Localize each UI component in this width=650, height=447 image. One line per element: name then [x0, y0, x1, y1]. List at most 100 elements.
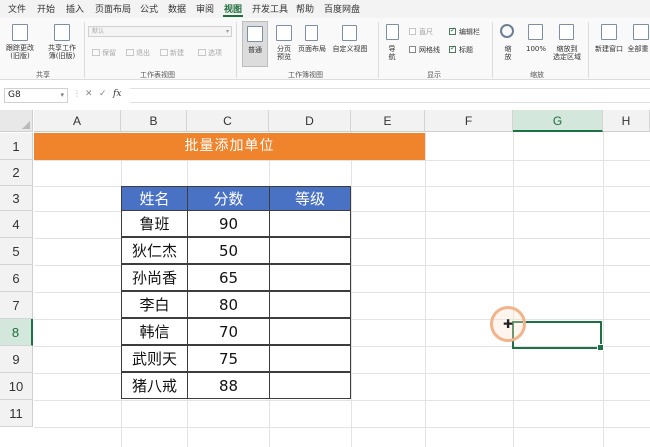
column-header-e[interactable]: E: [351, 110, 425, 132]
column-header-c[interactable]: C: [187, 110, 269, 132]
headings-checkbox[interactable]: [449, 44, 456, 53]
table-header-grade[interactable]: 等级: [269, 186, 351, 211]
page-layout-button[interactable]: 页面布局: [295, 45, 329, 53]
menu-page-layout[interactable]: 页面布局: [95, 2, 131, 15]
worksheet: A B C D E F G H 1 2 3 4 5 6 7 8 9 10 11 …: [0, 110, 650, 447]
menu-view[interactable]: 视图: [224, 2, 242, 15]
table-cell-name[interactable]: 李白: [121, 291, 188, 318]
table-cell-score[interactable]: 80: [187, 291, 270, 318]
table-cell-grade[interactable]: [269, 345, 351, 372]
insert-function-icon[interactable]: fx: [113, 89, 121, 99]
gridline: [34, 160, 650, 161]
select-all-corner[interactable]: [0, 110, 33, 132]
table-cell-grade[interactable]: [269, 291, 351, 318]
group-show: 显示: [427, 71, 441, 79]
table-cell-name[interactable]: 狄仁杰: [121, 237, 188, 264]
table-cell-name[interactable]: 猪八戒: [121, 372, 188, 399]
menu-baidu-netdisk[interactable]: 百度网盘: [324, 2, 360, 15]
column-header-h[interactable]: H: [603, 110, 650, 132]
table-cell-name[interactable]: 孙尚香: [121, 264, 188, 291]
sheet-view-dropdown-value: 默认: [92, 28, 105, 35]
sheet-view-dropdown[interactable]: 默认 ▾: [88, 26, 232, 37]
column-header-b[interactable]: B: [121, 110, 187, 132]
row-header-7[interactable]: 7: [0, 292, 33, 319]
column-header-d[interactable]: D: [269, 110, 351, 132]
table-cell-name[interactable]: 鲁班: [121, 210, 188, 237]
table-cell-score[interactable]: 90: [187, 210, 270, 237]
formula-bar-checkbox[interactable]: [449, 26, 456, 35]
enter-icon[interactable]: ✓: [99, 89, 107, 99]
table-cell-score[interactable]: 70: [187, 318, 270, 345]
banner-title[interactable]: 批量添加单位: [34, 133, 425, 160]
zoom-100-button[interactable]: 100%: [524, 45, 548, 53]
menu-insert[interactable]: 插入: [66, 2, 84, 15]
column-header-g[interactable]: G: [513, 110, 603, 132]
name-box[interactable]: G8 ▾: [4, 88, 68, 103]
group-share: 共享: [36, 71, 50, 79]
row-header-5[interactable]: 5: [0, 238, 33, 265]
table-cell-name[interactable]: 韩信: [121, 318, 188, 345]
page-break-icon: [276, 25, 292, 41]
menu-developer[interactable]: 开发工具: [252, 2, 288, 15]
navigation-icon: [386, 24, 399, 40]
row-header-6[interactable]: 6: [0, 265, 33, 292]
custom-views-icon: [342, 25, 357, 41]
row-header-10[interactable]: 10: [0, 373, 33, 400]
row-header-8[interactable]: 8: [0, 319, 33, 346]
menu-bar: 文件 开始 插入 页面布局 公式 数据 审阅 视图 开发工具 帮助 百度网盘: [0, 0, 650, 18]
new-window-button[interactable]: 新建窗口: [592, 45, 626, 53]
arrange-all-button[interactable]: 全部重: [626, 45, 650, 53]
table-header-score[interactable]: 分数: [187, 186, 270, 211]
row-header-9[interactable]: 9: [0, 346, 33, 373]
menu-home[interactable]: 开始: [37, 2, 55, 15]
column-header-a[interactable]: A: [34, 110, 121, 132]
table-header-name[interactable]: 姓名: [121, 186, 188, 211]
cancel-icon[interactable]: ✕: [85, 89, 93, 99]
table-cell-score[interactable]: 65: [187, 264, 270, 291]
row-header-2[interactable]: 2: [0, 160, 33, 186]
table-cell-score[interactable]: 88: [187, 372, 270, 399]
zoom-selection-icon: [559, 24, 574, 40]
menu-help[interactable]: 帮助: [296, 2, 314, 15]
table-cell-score[interactable]: 50: [187, 237, 270, 264]
exit-view-button[interactable]: 退出: [126, 48, 150, 58]
gridline: [34, 400, 650, 401]
gridlines-checkbox[interactable]: [409, 46, 416, 53]
formula-input[interactable]: [130, 88, 650, 103]
row-header-1[interactable]: 1: [0, 133, 33, 160]
table-cell-grade[interactable]: [269, 372, 351, 399]
group-zoom: 缩放: [530, 71, 544, 79]
ruler-checkbox[interactable]: [409, 28, 416, 35]
zoom-to-selection-button[interactable]: 缩放到 选定区域: [549, 45, 585, 61]
column-header-f[interactable]: F: [425, 110, 513, 132]
normal-view-button[interactable]: 普通: [242, 21, 268, 67]
table-cell-score[interactable]: 75: [187, 345, 270, 372]
table-cell-grade[interactable]: [269, 318, 351, 345]
row-header-11[interactable]: 11: [0, 400, 33, 427]
row-header-4[interactable]: 4: [0, 211, 33, 238]
row-header-3[interactable]: 3: [0, 186, 33, 211]
view-options-button[interactable]: 选项: [198, 48, 222, 58]
table-cell-name[interactable]: 武则天: [121, 345, 188, 372]
custom-views-button[interactable]: 自定义视图: [329, 45, 371, 53]
cross-cursor-icon: ✚: [503, 317, 514, 331]
page-break-preview-button[interactable]: 分页 预览: [272, 45, 296, 61]
group-separator: [378, 22, 379, 78]
menu-formulas[interactable]: 公式: [140, 2, 158, 15]
new-view-button[interactable]: 新建: [160, 48, 184, 58]
zoom-button[interactable]: 缩 放: [500, 45, 516, 61]
chevron-down-icon: ▾: [60, 91, 64, 99]
keep-view-button[interactable]: 保留: [92, 48, 116, 58]
table-cell-grade[interactable]: [269, 237, 351, 264]
magnifier-icon: [500, 24, 514, 38]
formula-bar-label: 编辑栏: [459, 28, 480, 36]
track-changes-button[interactable]: 跟踪更改 (旧版): [4, 44, 36, 60]
menu-data[interactable]: 数据: [168, 2, 186, 15]
share-workbook-button[interactable]: 共享工作 簿(旧版): [44, 44, 80, 60]
menu-file[interactable]: 文件: [8, 2, 26, 15]
table-cell-grade[interactable]: [269, 210, 351, 237]
menu-review[interactable]: 审阅: [196, 2, 214, 15]
chevron-down-icon: ▾: [225, 28, 229, 35]
navigation-button[interactable]: 导 航: [384, 45, 400, 61]
table-cell-grade[interactable]: [269, 264, 351, 291]
